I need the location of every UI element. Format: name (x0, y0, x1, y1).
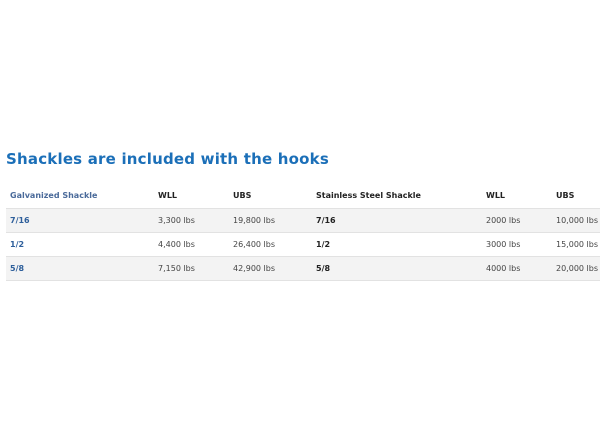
stainless-wll-cell: 4000 lbs (482, 256, 552, 281)
table-row: 5/8 7,150 lbs 42,900 lbs 5/8 4000 lbs 20… (6, 256, 600, 281)
galvanized-ubs-cell: 42,900 lbs (229, 256, 312, 281)
header-stainless-wll: WLL (486, 190, 506, 200)
header-galvanized-shackle: Galvanized Shackle (10, 190, 98, 200)
table-row: 1/2 4,400 lbs 26,400 lbs 1/2 3000 lbs 15… (6, 232, 600, 257)
header-stainless-ubs: UBS (556, 190, 575, 200)
galvanized-size-cell[interactable]: 5/8 (6, 256, 154, 281)
header-galvanized-wll: WLL (158, 190, 178, 200)
table-row: 7/16 3,300 lbs 19,800 lbs 7/16 2000 lbs … (6, 208, 600, 233)
section-heading: Shackles are included with the hooks (6, 150, 329, 168)
galvanized-wll-cell: 3,300 lbs (154, 208, 229, 233)
galvanized-wll-cell: 7,150 lbs (154, 256, 229, 281)
stainless-wll-cell: 2000 lbs (482, 208, 552, 233)
header-stainless-steel-shackle: Stainless Steel Shackle (316, 190, 421, 200)
stainless-size-cell: 5/8 (312, 256, 482, 281)
galvanized-wll-cell: 4,400 lbs (154, 232, 229, 257)
galvanized-ubs-cell: 19,800 lbs (229, 208, 312, 233)
header-galvanized-ubs: UBS (233, 190, 252, 200)
stainless-size-cell: 7/16 (312, 208, 482, 233)
stainless-ubs-cell: 20,000 lbs (552, 256, 600, 281)
stainless-ubs-cell: 15,000 lbs (552, 232, 600, 257)
stainless-size-cell: 1/2 (312, 232, 482, 257)
galvanized-ubs-cell: 26,400 lbs (229, 232, 312, 257)
galvanized-size-cell[interactable]: 1/2 (6, 232, 154, 257)
table-header-row: Galvanized Shackle WLL UBS Stainless Ste… (6, 182, 600, 209)
galvanized-size-cell[interactable]: 7/16 (6, 208, 154, 233)
stainless-wll-cell: 3000 lbs (482, 232, 552, 257)
stainless-ubs-cell: 10,000 lbs (552, 208, 600, 233)
shackle-spec-table: Galvanized Shackle WLL UBS Stainless Ste… (6, 182, 600, 281)
